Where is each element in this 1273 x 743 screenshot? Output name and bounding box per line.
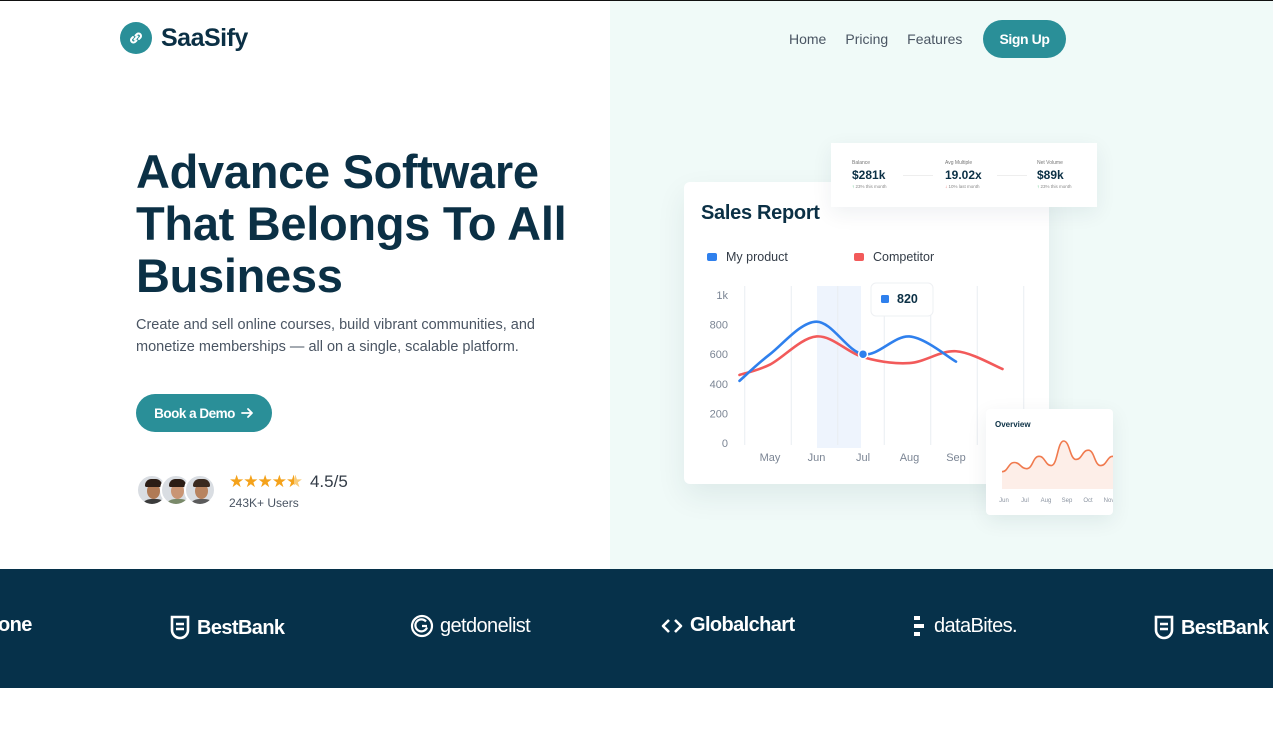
overview-area bbox=[1002, 441, 1113, 489]
avatar bbox=[184, 474, 216, 506]
user-avatars bbox=[136, 474, 216, 506]
y-tick-label: 200 bbox=[710, 408, 728, 420]
y-tick-label: 600 bbox=[710, 349, 728, 361]
stat-balance: Balance $281k ↑ 23% this month bbox=[852, 160, 887, 189]
overview-x-label: Aug bbox=[1041, 498, 1052, 504]
overview-x-label: Jul bbox=[1021, 498, 1029, 504]
brand-name: SaaSify bbox=[161, 23, 248, 52]
stat-value: $89k bbox=[1037, 168, 1064, 182]
nav-features[interactable]: Features bbox=[907, 31, 962, 47]
main-nav: Home Pricing Features bbox=[789, 31, 962, 47]
partner-logo: BestBank bbox=[1153, 614, 1269, 642]
x-tick-label: Sep bbox=[946, 452, 966, 464]
y-tick-label: 400 bbox=[710, 379, 728, 391]
hero-subtitle: Create and sell online courses, build vi… bbox=[136, 317, 535, 355]
legend-competitor: Competitor bbox=[854, 250, 934, 264]
overview-x-label: Jun bbox=[999, 498, 1009, 504]
arrow-right-icon bbox=[240, 408, 253, 418]
stat-net-volume: Net Volume $89k ↑ 23% this month bbox=[1037, 160, 1072, 189]
star-rating-icon: ★★★★★★ bbox=[229, 472, 302, 491]
signup-button[interactable]: Sign Up bbox=[983, 20, 1066, 58]
x-tick-label: Jun bbox=[808, 452, 826, 464]
book-demo-button[interactable]: Book a Demo bbox=[136, 394, 272, 432]
tooltip-swatch bbox=[881, 295, 889, 303]
g-logo-icon bbox=[410, 614, 434, 638]
nav-home[interactable]: Home bbox=[789, 31, 826, 47]
stat-change: ↑ 23% this month bbox=[852, 184, 887, 189]
overview-x-label: Nov bbox=[1104, 498, 1113, 504]
legend-label: My product bbox=[726, 250, 788, 264]
y-tick-label: 800 bbox=[710, 320, 728, 332]
link-icon bbox=[120, 22, 152, 54]
overview-area-chart: Jun Jul Aug Sep Oct Nov bbox=[999, 440, 1113, 504]
stat-avg-multiple: Avg Multiple 19.02x ↓ 10% last month bbox=[945, 160, 982, 189]
partner-logo: BestBank bbox=[169, 614, 285, 642]
partner-logo: getdonelist bbox=[410, 614, 531, 638]
legend-label: Competitor bbox=[873, 250, 935, 264]
tooltip-value: 820 bbox=[897, 292, 918, 306]
y-tick-label: 0 bbox=[722, 438, 728, 450]
globe-logo-icon bbox=[661, 618, 683, 633]
shield-logo-icon bbox=[170, 615, 190, 640]
stat-change: ↑ 23% this month bbox=[1037, 184, 1072, 189]
report-title: Sales Report bbox=[701, 202, 820, 224]
x-tick-label: Aug bbox=[900, 452, 920, 464]
partner-logo: one bbox=[0, 614, 32, 636]
series-line-competitor bbox=[738, 335, 1004, 377]
overview-card: Overview Jun Jul Aug Sep Oct Nov bbox=[986, 409, 1113, 515]
highlight-point bbox=[857, 348, 869, 360]
stat-label: Balance bbox=[852, 160, 871, 166]
rating-block: ★★★★★★ 4.5/5 243K+ Users bbox=[229, 472, 348, 510]
brand-logo[interactable]: SaaSify bbox=[120, 22, 248, 54]
stat-label: Net Volume bbox=[1037, 160, 1063, 166]
users-count: 243K+ Users bbox=[229, 496, 299, 510]
x-tick-label: May bbox=[760, 452, 781, 464]
highlight-band bbox=[817, 286, 861, 448]
data-bars-icon bbox=[914, 616, 924, 636]
overview-x-label: Sep bbox=[1062, 498, 1073, 504]
stats-card: Balance $281k ↑ 23% this month Avg Multi… bbox=[831, 143, 1097, 207]
legend-swatch bbox=[854, 253, 864, 261]
stat-value: 19.02x bbox=[945, 168, 982, 182]
overview-x-label: Oct bbox=[1083, 498, 1093, 504]
partner-logo: dataBites. bbox=[912, 614, 1018, 638]
nav-pricing[interactable]: Pricing bbox=[845, 31, 888, 47]
stat-label: Avg Multiple bbox=[945, 160, 973, 166]
hero-title: Advance Software That Belongs To All Bus… bbox=[136, 145, 567, 302]
partner-logo: Globalchart bbox=[660, 614, 795, 637]
legend-my-product: My product bbox=[707, 250, 788, 264]
stat-value: $281k bbox=[852, 168, 886, 182]
y-tick-label: 1k bbox=[716, 290, 728, 302]
stat-change: ↓ 10% last month bbox=[945, 184, 980, 189]
legend-swatch bbox=[707, 253, 717, 261]
book-demo-label: Book a Demo bbox=[154, 405, 235, 421]
rating-value: 4.5/5 bbox=[309, 472, 348, 491]
x-tick-label: Jul bbox=[856, 452, 870, 464]
shield-logo-icon bbox=[1154, 615, 1174, 640]
